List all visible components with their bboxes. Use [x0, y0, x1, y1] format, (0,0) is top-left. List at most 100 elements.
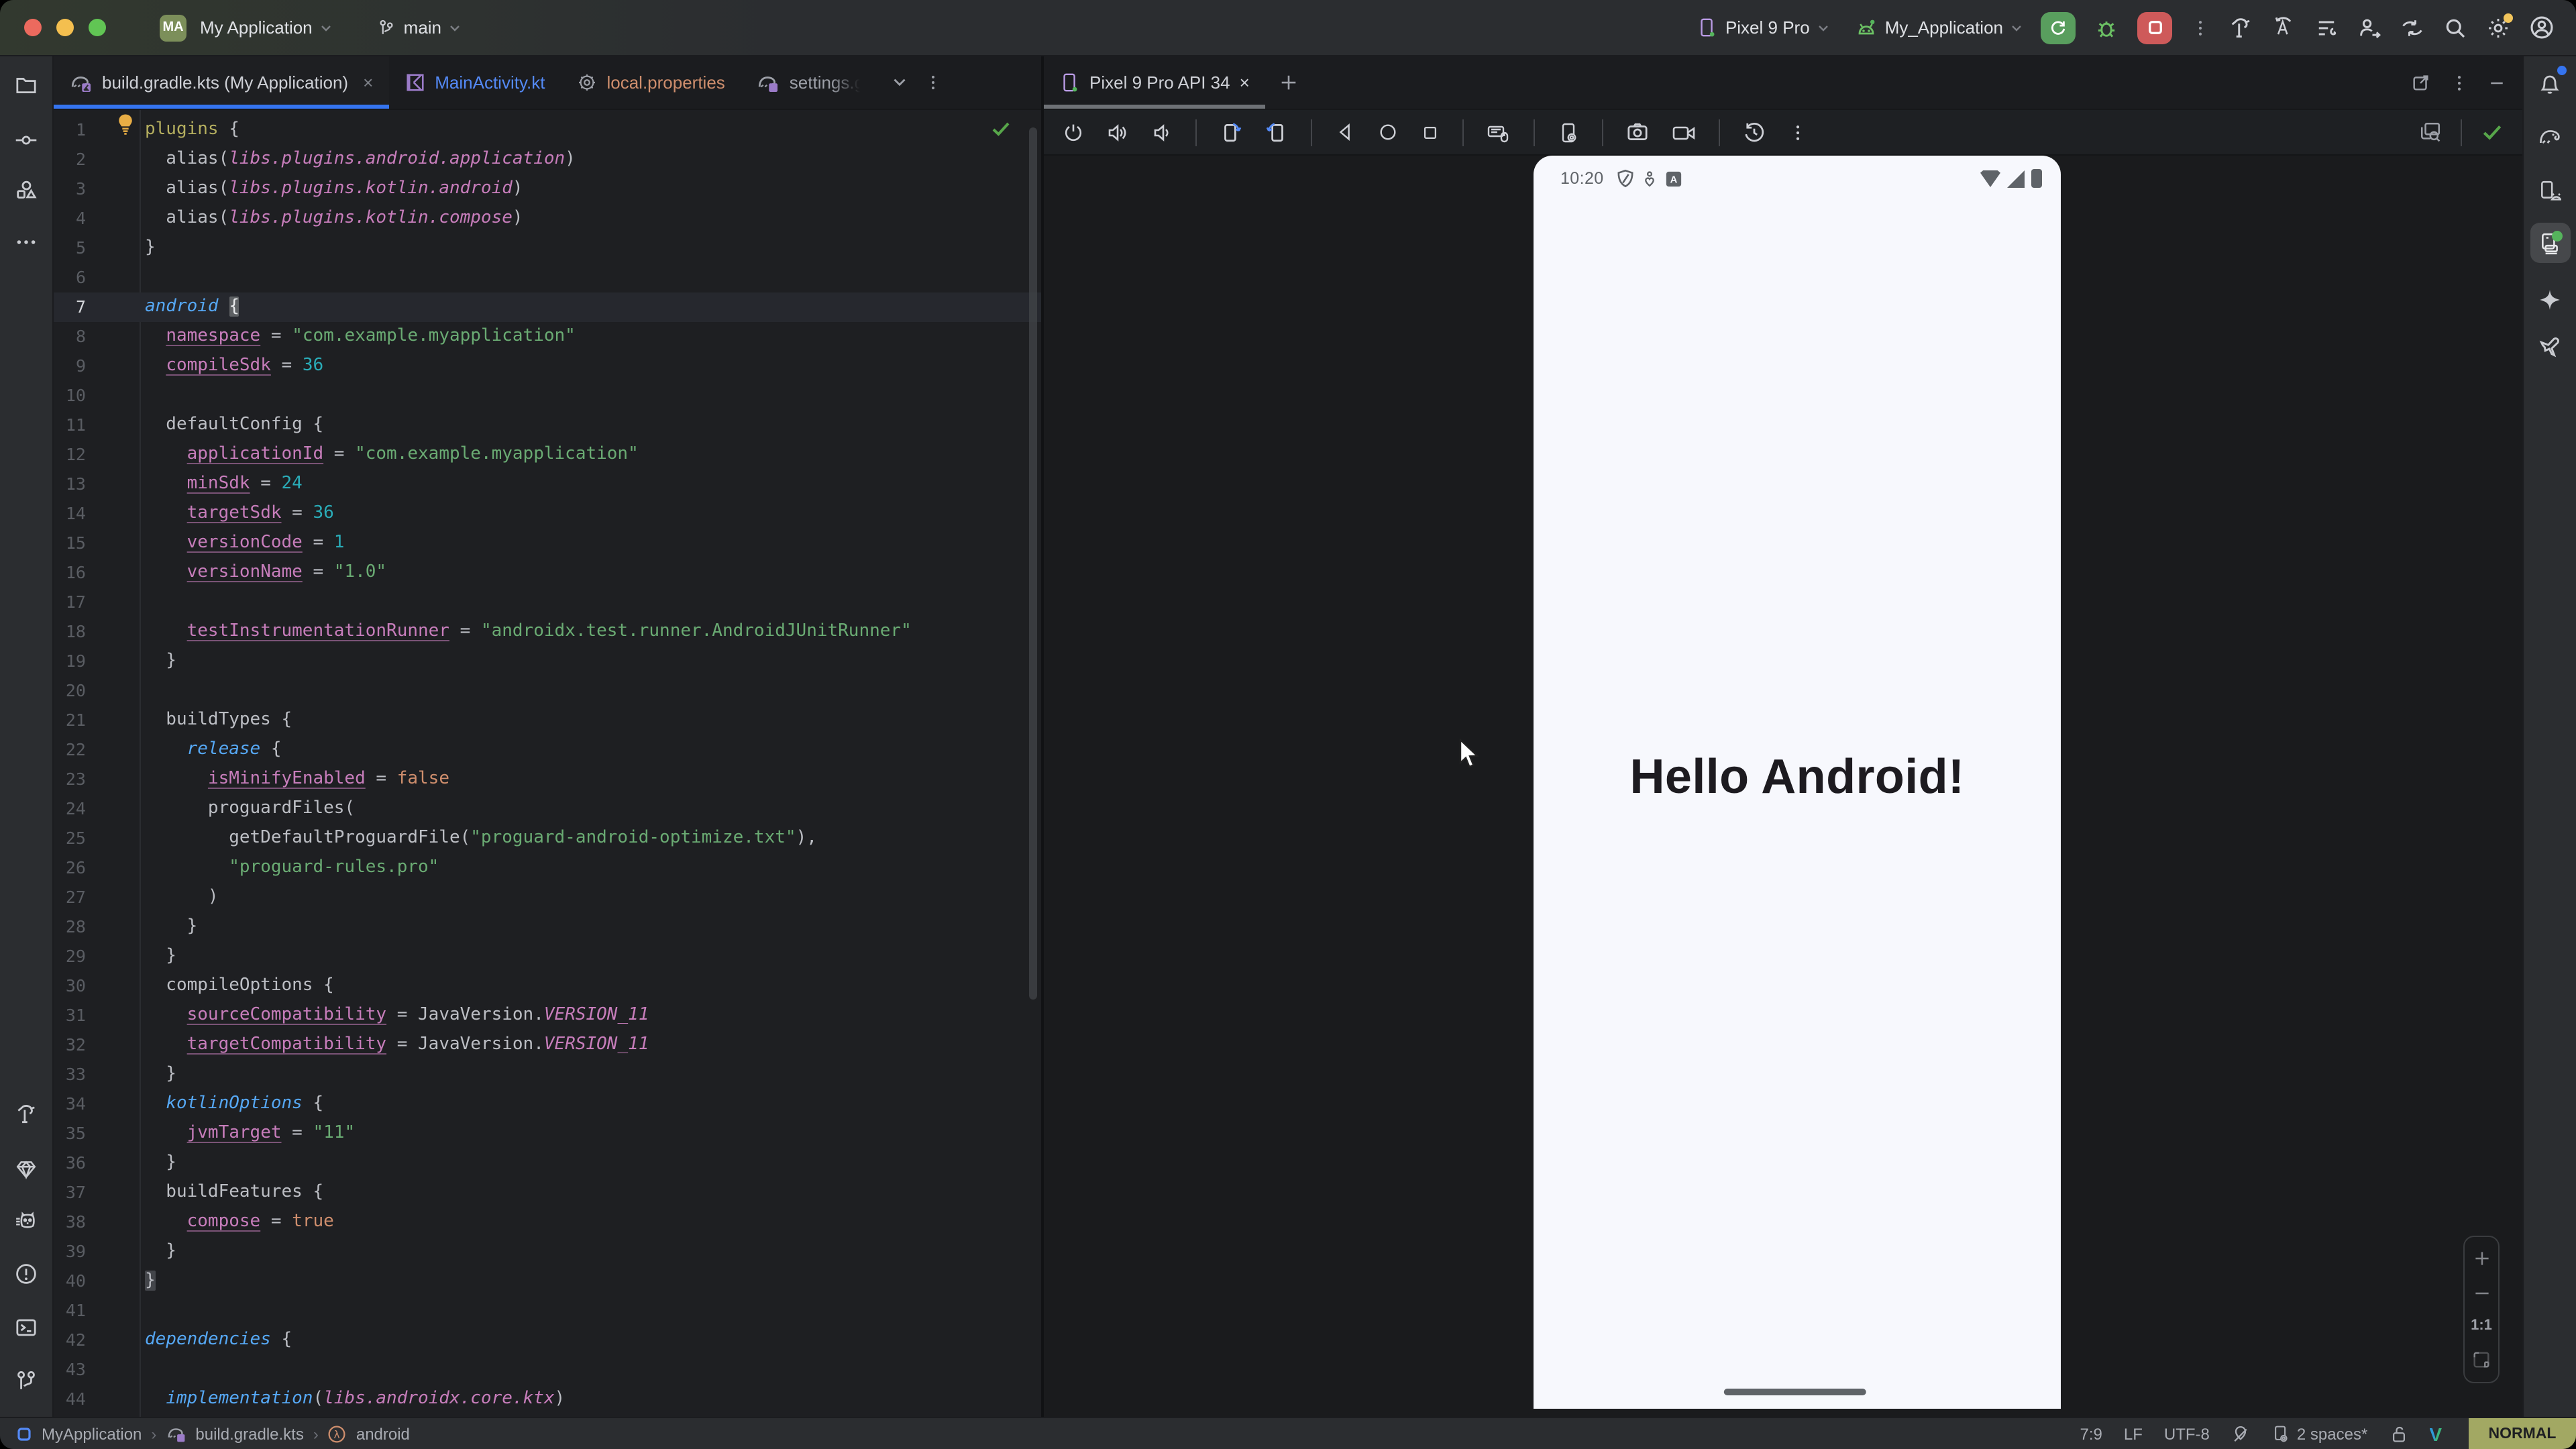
app-insights-button[interactable]: [2530, 326, 2570, 366]
code-line[interactable]: 42dependencies {: [54, 1326, 1041, 1355]
code-line[interactable]: 14 targetSdk = 36: [54, 499, 1041, 529]
phone-screen[interactable]: 10:20 A Hello Android!: [1534, 156, 2061, 1409]
code-line[interactable]: 25 getDefaultProguardFile("proguard-andr…: [54, 824, 1041, 853]
line-number[interactable]: 4: [54, 204, 86, 233]
device-tab[interactable]: Pixel 9 Pro API 34 ×: [1044, 56, 1266, 109]
code-line[interactable]: 39 }: [54, 1237, 1041, 1267]
line-number[interactable]: 23: [54, 765, 86, 794]
code-line[interactable]: 22 release {: [54, 735, 1041, 765]
code-line[interactable]: 3 alias(libs.plugins.kotlin.android): [54, 174, 1041, 204]
code-line[interactable]: 32 targetCompatibility = JavaVersion.VER…: [54, 1030, 1041, 1060]
running-devices-button[interactable]: [2530, 223, 2570, 263]
debug-button[interactable]: [2094, 15, 2118, 40]
line-number[interactable]: 24: [54, 794, 86, 824]
line-number[interactable]: 33: [54, 1060, 86, 1089]
code-line[interactable]: 29 }: [54, 942, 1041, 971]
zoom-ratio-button[interactable]: 1:1: [2471, 1318, 2492, 1334]
device-ok-check-icon[interactable]: [2481, 121, 2504, 144]
tab-settings-gradle[interactable]: settings.g: [741, 56, 880, 109]
tab-options-kebab-icon[interactable]: [924, 74, 942, 91]
code-line[interactable]: 34 kotlinOptions {: [54, 1089, 1041, 1119]
add-device-tab-button[interactable]: [1266, 56, 1313, 109]
gemini-tool-button[interactable]: [6, 1148, 46, 1189]
code-line[interactable]: 23 isMinifyEnabled = false: [54, 765, 1041, 794]
maximize-window-button[interactable]: [89, 19, 106, 36]
line-number[interactable]: 9: [54, 352, 86, 381]
unlocked-icon[interactable]: [2389, 1424, 2408, 1443]
tab-list-chevron-icon[interactable]: [891, 74, 908, 91]
search-everywhere-icon[interactable]: [2443, 15, 2467, 40]
version-control-tool-button[interactable]: [6, 1360, 46, 1401]
device-selector[interactable]: Pixel 9 Pro: [1697, 17, 1829, 38]
problems-tool-button[interactable]: [6, 1253, 46, 1293]
line-number[interactable]: 18: [54, 617, 86, 647]
line-number[interactable]: 34: [54, 1089, 86, 1119]
line-number[interactable]: 19: [54, 647, 86, 676]
toolbar-kebab-icon[interactable]: [1788, 123, 1807, 142]
line-number[interactable]: 20: [54, 676, 86, 706]
screenshot-camera-icon[interactable]: [1626, 121, 1649, 144]
line-number[interactable]: 37: [54, 1178, 86, 1208]
line-number[interactable]: 12: [54, 440, 86, 470]
run-configuration-selector[interactable]: My_Application: [1856, 17, 2022, 38]
line-number[interactable]: 10: [54, 381, 86, 411]
device-manager-button[interactable]: [2530, 170, 2570, 211]
gradle-tool-button[interactable]: [2530, 117, 2570, 157]
profiler-icon[interactable]: [2357, 15, 2381, 40]
git-branch-selector[interactable]: main: [377, 17, 460, 38]
line-number[interactable]: 38: [54, 1208, 86, 1237]
terminal-tool-button[interactable]: [6, 1307, 46, 1347]
intention-bulb-icon[interactable]: [115, 113, 136, 136]
stop-button[interactable]: [2137, 11, 2172, 44]
breadcrumb-file[interactable]: build.gradle.kts: [195, 1424, 303, 1443]
gradle-sync-icon[interactable]: [2400, 15, 2424, 40]
power-icon[interactable]: [1063, 121, 1084, 143]
open-in-new-window-icon[interactable]: [2411, 72, 2431, 93]
code-line[interactable]: 33 }: [54, 1060, 1041, 1089]
notifications-button[interactable]: [2530, 63, 2570, 103]
close-device-tab-icon[interactable]: ×: [1240, 72, 1250, 93]
code-line[interactable]: 6: [54, 263, 1041, 292]
breadcrumb-node[interactable]: android: [356, 1424, 410, 1443]
code-line[interactable]: 43: [54, 1355, 1041, 1385]
overview-button-icon[interactable]: [1421, 123, 1440, 142]
account-icon[interactable]: [2529, 15, 2555, 40]
line-number[interactable]: 15: [54, 529, 86, 558]
line-number[interactable]: 31: [54, 1001, 86, 1030]
preview-screenshots-icon[interactable]: [2419, 121, 2442, 144]
ideavim-icon[interactable]: V: [2429, 1423, 2442, 1444]
code-line[interactable]: 19 }: [54, 647, 1041, 676]
rerun-button[interactable]: [2041, 11, 2076, 44]
line-number[interactable]: 26: [54, 853, 86, 883]
panel-options-kebab-icon[interactable]: [2450, 73, 2469, 92]
line-number[interactable]: 43: [54, 1355, 86, 1385]
line-ending[interactable]: LF: [2124, 1424, 2143, 1443]
line-number[interactable]: 30: [54, 971, 86, 1001]
code-line[interactable]: 18 testInstrumentationRunner = "androidx…: [54, 617, 1041, 647]
tab-local-properties[interactable]: local.properties: [561, 56, 741, 109]
code-line[interactable]: 31 sourceCompatibility = JavaVersion.VER…: [54, 1001, 1041, 1030]
project-tool-button[interactable]: [6, 64, 46, 105]
line-number[interactable]: 28: [54, 912, 86, 942]
code-line[interactable]: 38 compose = true: [54, 1208, 1041, 1237]
code-line[interactable]: 26 "proguard-rules.pro": [54, 853, 1041, 883]
line-number[interactable]: 22: [54, 735, 86, 765]
editor-scrollbar[interactable]: [1029, 127, 1037, 1000]
line-number[interactable]: 42: [54, 1326, 86, 1355]
close-tab-icon[interactable]: ×: [363, 72, 373, 93]
hardware-input-icon[interactable]: [1487, 120, 1511, 144]
code-line[interactable]: 16 versionName = "1.0": [54, 558, 1041, 588]
todo-lines-icon[interactable]: [2314, 15, 2339, 40]
pin-icon[interactable]: [2231, 1424, 2250, 1443]
code-line[interactable]: 21 buildTypes {: [54, 706, 1041, 735]
gemini-assistant-button[interactable]: [2530, 279, 2570, 319]
device-settings-icon[interactable]: [1558, 121, 1579, 143]
code-line[interactable]: 10: [54, 381, 1041, 411]
line-number[interactable]: 16: [54, 558, 86, 588]
gesture-navigation-bar[interactable]: [1723, 1389, 1866, 1395]
line-number[interactable]: 3: [54, 174, 86, 204]
line-number[interactable]: 2: [54, 145, 86, 174]
line-number[interactable]: 35: [54, 1119, 86, 1148]
rotate-left-icon[interactable]: [1220, 121, 1242, 144]
screen-record-icon[interactable]: [1672, 120, 1696, 144]
